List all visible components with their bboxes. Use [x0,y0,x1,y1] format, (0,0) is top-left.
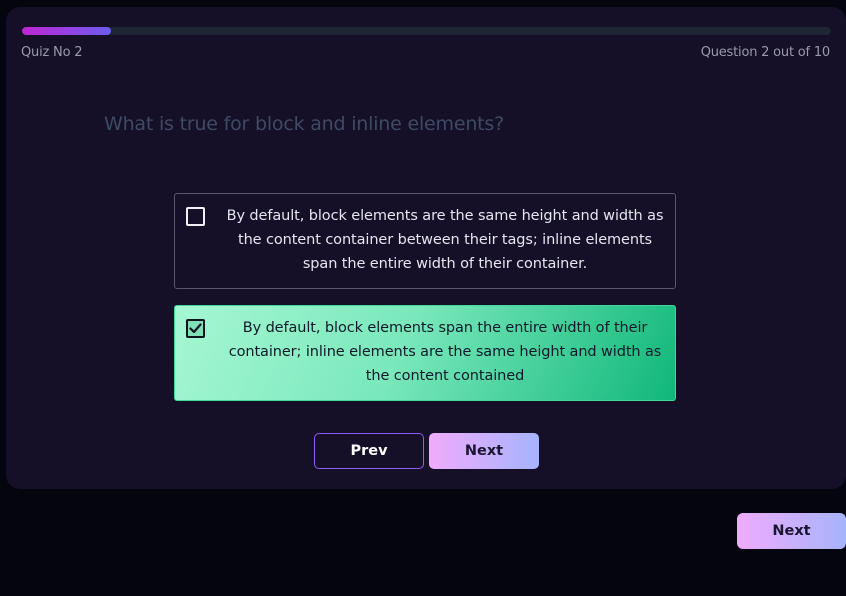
quiz-card: Quiz No 2 Question 2 out of 10 What is t… [6,7,846,489]
progress-bar [22,27,831,35]
option-1-checkbox[interactable] [186,207,205,226]
question-text: What is true for block and inline elemen… [104,113,504,135]
next-button[interactable]: Next [429,433,539,469]
option-1-text: By default, block elements are the same … [226,208,664,272]
answer-option-1[interactable]: By default, block elements are the same … [174,193,676,289]
option-2-checkbox[interactable] [186,319,205,338]
progress-fill [22,27,111,35]
outer-next-button[interactable]: Next [737,513,846,549]
check-icon [189,323,202,334]
quiz-label: Quiz No 2 [21,45,83,60]
question-counter: Question 2 out of 10 [700,45,831,60]
answer-option-2[interactable]: By default, block elements span the enti… [174,305,676,401]
option-2-text: By default, block elements span the enti… [228,320,662,384]
prev-button[interactable]: Prev [314,433,424,469]
